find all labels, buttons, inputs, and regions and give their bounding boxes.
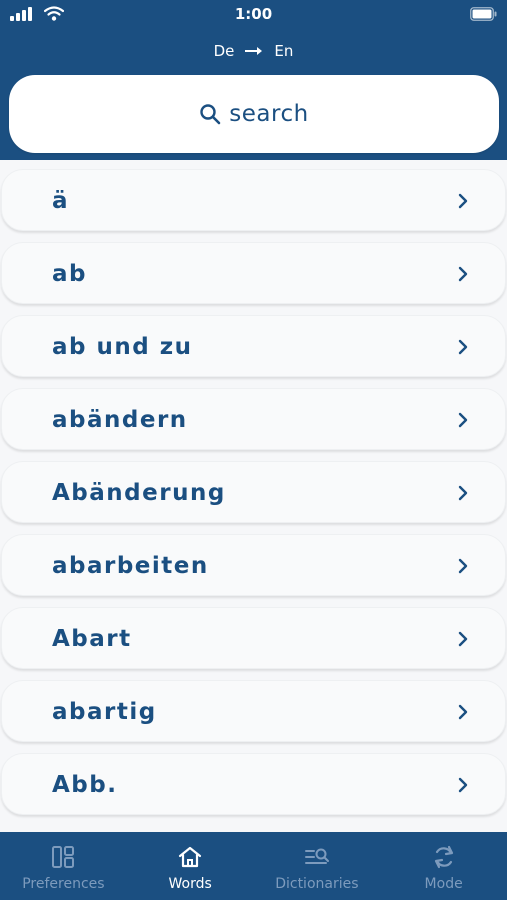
arrow-right-icon bbox=[245, 47, 263, 55]
word-label: Abart bbox=[52, 626, 132, 652]
source-language[interactable]: De bbox=[214, 42, 235, 60]
word-list[interactable]: ä ab ab und zu abändern Abänderung abarb… bbox=[0, 160, 507, 832]
status-time: 1:00 bbox=[234, 5, 273, 23]
word-row[interactable]: Abänderung bbox=[1, 461, 506, 523]
chevron-right-icon bbox=[458, 704, 468, 720]
tab-label: Words bbox=[168, 876, 212, 892]
language-pair[interactable]: De En bbox=[0, 40, 507, 62]
chevron-right-icon bbox=[458, 339, 468, 355]
header: 1:00 De En search bbox=[0, 0, 507, 160]
tab-label: Dictionaries bbox=[275, 876, 359, 892]
search-icon bbox=[200, 104, 221, 125]
chevron-right-icon bbox=[458, 631, 468, 647]
word-label: Abänderung bbox=[52, 480, 226, 506]
word-row[interactable]: ä bbox=[1, 169, 506, 231]
sync-icon bbox=[434, 845, 453, 869]
status-bar: 1:00 bbox=[0, 0, 507, 30]
tab-label: Mode bbox=[424, 876, 463, 892]
tab-bar: Preferences Words Dictionaries Mode bbox=[0, 832, 507, 900]
target-language[interactable]: En bbox=[274, 42, 293, 60]
word-label: ab und zu bbox=[52, 334, 193, 360]
tab-dictionaries[interactable]: Dictionaries bbox=[254, 832, 381, 900]
battery-icon bbox=[470, 7, 497, 21]
tab-label: Preferences bbox=[22, 876, 105, 892]
tab-mode[interactable]: Mode bbox=[380, 832, 507, 900]
chevron-right-icon bbox=[458, 777, 468, 793]
word-label: abarbeiten bbox=[52, 553, 209, 579]
search-placeholder[interactable]: search bbox=[229, 101, 308, 127]
word-row[interactable]: abartig bbox=[1, 680, 506, 742]
tab-words[interactable]: Words bbox=[127, 832, 254, 900]
tab-preferences[interactable]: Preferences bbox=[0, 832, 127, 900]
dictionaries-icon bbox=[304, 848, 329, 864]
chevron-right-icon bbox=[458, 558, 468, 574]
search-bar[interactable]: search bbox=[9, 75, 499, 153]
home-icon bbox=[179, 846, 202, 868]
chevron-right-icon bbox=[458, 412, 468, 428]
word-row[interactable]: Abart bbox=[1, 607, 506, 669]
chevron-right-icon bbox=[458, 485, 468, 501]
chevron-right-icon bbox=[458, 266, 468, 282]
word-row[interactable]: ab bbox=[1, 242, 506, 304]
word-label: ä bbox=[52, 188, 70, 214]
word-row[interactable]: ab und zu bbox=[1, 315, 506, 377]
chevron-right-icon bbox=[458, 193, 468, 209]
word-label: abartig bbox=[52, 699, 157, 725]
word-row[interactable]: Abb. bbox=[1, 753, 506, 815]
word-label: abändern bbox=[52, 407, 188, 433]
word-row[interactable]: abändern bbox=[1, 388, 506, 450]
word-row[interactable]: abarbeiten bbox=[1, 534, 506, 596]
preferences-icon bbox=[52, 846, 75, 868]
word-label: Abb. bbox=[52, 772, 118, 798]
word-label: ab bbox=[52, 261, 87, 287]
